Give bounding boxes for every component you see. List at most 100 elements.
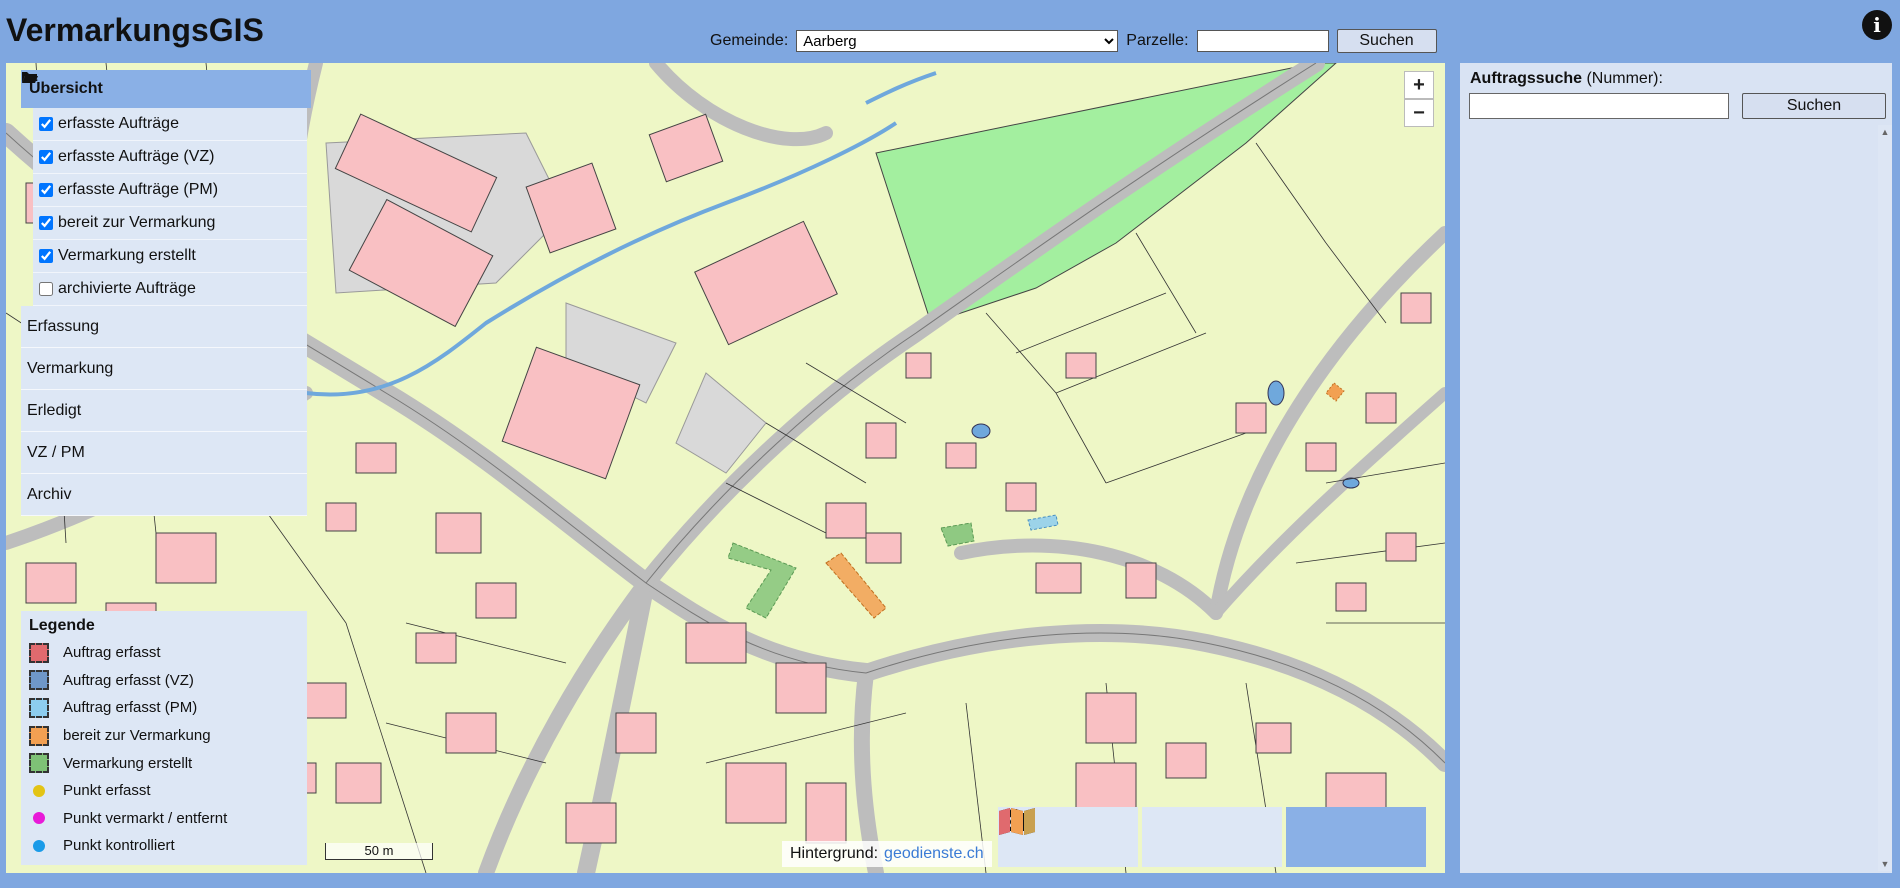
scroll-down-arrow-icon[interactable]: ▼ [1878, 857, 1892, 871]
building [945, 442, 977, 469]
results-scrollbar[interactable]: ▲ ▼ [1878, 125, 1892, 871]
legend-dot [33, 812, 45, 825]
layer-list: erfasste Aufträge erfasste Aufträge (VZ) e… [33, 108, 307, 306]
gemeinde-select[interactable]: Aarberg [796, 30, 1119, 52]
layer-label: erfasste Aufträge (VZ) [58, 148, 215, 165]
layer-checkbox[interactable] [39, 216, 53, 230]
building [775, 662, 827, 714]
map-view[interactable]: + − Übersicht erfasste Aufträge erfasste … [6, 63, 1445, 873]
map-attribution: Hintergrund: geodienste.ch [782, 841, 992, 867]
layer-checkbox[interactable] [39, 150, 53, 164]
layer-panel: Übersicht erfasste Aufträge erfasste Auft… [21, 70, 311, 516]
overview-panel-header[interactable]: Übersicht [21, 70, 311, 108]
order-number-input[interactable] [1469, 93, 1729, 119]
layer-item[interactable]: archivierte Aufträge [33, 273, 307, 306]
attribution-link[interactable]: geodienste.ch [884, 845, 984, 863]
section-item[interactable]: VZ / PM [21, 432, 307, 474]
parzelle-label: Parzelle: [1126, 32, 1189, 49]
legend-label: Auftrag erfasst [63, 644, 161, 662]
order-search-label-bold: Auftragssuche [1470, 70, 1583, 87]
building [305, 682, 347, 719]
legend-row: Punkt erfasst [29, 777, 299, 805]
order-search-panel: Auftragssuche (Nummer): Suchen ▲ ▼ [1460, 63, 1892, 873]
legend-dot [33, 784, 45, 797]
folder-open-icon [22, 72, 38, 83]
legend-label: Auftrag erfasst (PM) [63, 699, 198, 717]
legend-swatch [29, 670, 49, 691]
layer-item[interactable]: bereit zur Vermarkung [33, 207, 307, 240]
section-item[interactable]: Vermarkung [21, 348, 307, 390]
legend-row: Auftrag erfasst (PM) [29, 694, 299, 722]
building [725, 762, 787, 824]
section-item[interactable]: Erledigt [21, 390, 307, 432]
zoom-in-button[interactable]: + [1404, 71, 1434, 99]
section-item[interactable]: Erfassung [21, 306, 307, 348]
parcel-search-button[interactable]: Suchen [1336, 29, 1437, 53]
legend: Legende Auftrag erfasst Auftrag erfasst (… [21, 611, 307, 865]
building [1235, 402, 1267, 434]
building [325, 502, 357, 532]
layer-checkbox[interactable] [39, 249, 53, 263]
layer-item[interactable]: erfasste Aufträge (PM) [33, 174, 307, 207]
layer-checkbox[interactable] [39, 282, 53, 296]
layer-label: Vermarkung erstellt [58, 247, 196, 264]
gemeinde-label: Gemeinde: [710, 32, 789, 49]
building [1255, 722, 1292, 754]
building [435, 512, 482, 554]
building [1400, 292, 1432, 324]
legend-label: Punkt erfasst [63, 782, 151, 800]
zoom-out-button[interactable]: − [1404, 99, 1434, 127]
colored-map-icon [999, 808, 1035, 835]
legend-row: Auftrag erfasst (VZ) [29, 667, 299, 695]
parcel-search-bar: Gemeinde: Aarberg Parzelle: Suchen [710, 29, 1437, 53]
legend-row: bereit zur Vermarkung [29, 722, 299, 750]
layer-item[interactable]: Vermarkung erstellt [33, 240, 307, 273]
parzelle-input[interactable] [1196, 30, 1329, 52]
scroll-up-arrow-icon[interactable]: ▲ [1878, 125, 1892, 139]
building [1085, 692, 1137, 744]
order-search-label-rest: (Nummer): [1582, 70, 1663, 87]
building [355, 442, 397, 474]
legend-row: Punkt kontrolliert [29, 832, 299, 860]
building [1005, 482, 1037, 512]
legend-label: Punkt kontrolliert [63, 837, 175, 855]
legend-swatch [29, 753, 49, 774]
building [335, 762, 382, 804]
building [1065, 352, 1097, 379]
building [25, 562, 77, 604]
building [825, 502, 867, 539]
layer-item[interactable]: erfasste Aufträge [33, 108, 307, 141]
layer-label: erfasste Aufträge (PM) [58, 181, 219, 198]
layer-checkbox[interactable] [39, 183, 53, 197]
legend-dot [33, 839, 45, 852]
layer-checkbox[interactable] [39, 117, 53, 131]
attribution-label: Hintergrund: [790, 845, 879, 862]
building [905, 352, 932, 379]
legend-row: Vermarkung erstellt [29, 749, 299, 777]
legend-title: Legende [29, 617, 95, 634]
building [1035, 562, 1082, 594]
building [1305, 442, 1337, 472]
building [1125, 562, 1157, 599]
building [155, 532, 217, 584]
legend-swatch [29, 697, 49, 718]
legend-label: Vermarkung erstellt [63, 754, 193, 772]
building [685, 622, 747, 664]
order-search-button[interactable]: Suchen [1742, 93, 1886, 119]
section-item[interactable]: Archiv [21, 474, 307, 516]
order-search-label: Auftragssuche (Nummer): [1470, 70, 1663, 88]
basemap-plan-button[interactable] [999, 807, 1282, 867]
legend-items: Auftrag erfasst Auftrag erfasst (VZ) Auftr… [29, 639, 299, 860]
layer-label: bereit zur Vermarkung [58, 214, 216, 231]
info-icon[interactable]: i [1862, 10, 1892, 40]
layer-label: erfasste Aufträge [58, 115, 179, 132]
layer-label: archivierte Aufträge [58, 280, 196, 297]
app-title: VermarkungsGIS [6, 12, 264, 48]
section-list: Erfassung Vermarkung Erledigt VZ / PM Archiv [21, 306, 311, 516]
legend-row: Punkt vermarkt / entfernt [29, 805, 299, 833]
building [475, 582, 517, 619]
legend-label: bereit zur Vermarkung [63, 727, 211, 745]
layer-item[interactable]: erfasste Aufträge (VZ) [33, 141, 307, 174]
building [1335, 582, 1367, 612]
basemap-color-button[interactable] [999, 807, 1426, 867]
